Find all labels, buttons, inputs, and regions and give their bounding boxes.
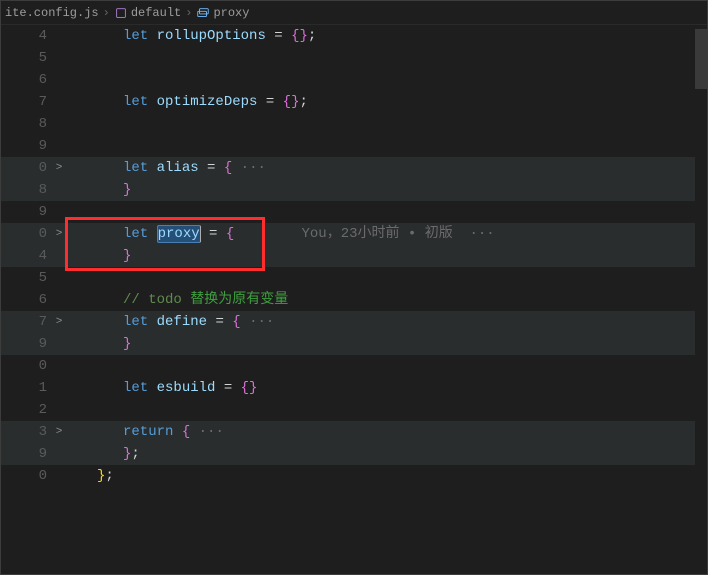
line-content[interactable]: } [67, 245, 707, 267]
code-line[interactable]: 9}; [1, 443, 707, 465]
code-line[interactable]: 5 [1, 47, 707, 69]
code-line[interactable]: 8 [1, 113, 707, 135]
breadcrumb-file[interactable]: ite.config.js [5, 2, 99, 24]
line-content[interactable]: } [67, 179, 707, 201]
code-line[interactable]: 9} [1, 333, 707, 355]
code-line[interactable]: 4 let rollupOptions = {}; [1, 25, 707, 47]
fold-icon[interactable]: > [51, 157, 67, 179]
code-line[interactable]: 0>let alias = { ··· [1, 157, 707, 179]
fold-icon[interactable]: > [51, 421, 67, 443]
breadcrumb-symbol-label: default [131, 2, 181, 24]
line-number: 2 [1, 399, 51, 421]
code-line[interactable]: 7 let optimizeDeps = {}; [1, 91, 707, 113]
line-number: 7 [1, 311, 51, 333]
line-number: 5 [1, 267, 51, 289]
breadcrumb-separator-icon: › [103, 2, 110, 24]
git-blame-annotation: You，23小时前 • 初版 ··· [301, 226, 494, 242]
line-number: 9 [1, 333, 51, 355]
line-content[interactable]: } [67, 333, 707, 355]
code-area[interactable]: 4let rollupOptions = {};567let optimizeD… [1, 25, 707, 574]
fold-icon[interactable]: > [51, 223, 67, 245]
line-number: 9 [1, 135, 51, 157]
breadcrumb[interactable]: ite.config.js › default › proxy [1, 1, 707, 25]
code-line[interactable]: 0}; [1, 465, 707, 487]
line-number: 4 [1, 245, 51, 267]
line-content[interactable]: let alias = { ··· [67, 157, 707, 179]
breadcrumb-symbol[interactable]: proxy [196, 2, 249, 24]
line-number: 0 [1, 465, 51, 487]
code-line[interactable]: 9 [1, 201, 707, 223]
selected-text[interactable]: proxy [157, 225, 201, 243]
line-content[interactable]: let rollupOptions = {}; [67, 25, 707, 47]
code-editor[interactable]: ite.config.js › default › proxy 4 let rol… [0, 0, 708, 575]
code-line[interactable]: 7>let define = { ··· [1, 311, 707, 333]
code-line[interactable]: 8} [1, 179, 707, 201]
code-line[interactable]: 1 let esbuild = {} [1, 377, 707, 399]
code-line[interactable]: 6 // todo 替换为原有变量 [1, 289, 707, 311]
code-line[interactable]: 4} [1, 245, 707, 267]
line-number: 0 [1, 355, 51, 377]
line-number: 6 [1, 289, 51, 311]
code-line[interactable]: 5 [1, 267, 707, 289]
scrollbar-track[interactable] [695, 25, 707, 574]
line-number: 0 [1, 157, 51, 179]
line-number: 7 [1, 91, 51, 113]
line-number: 8 [1, 113, 51, 135]
code-line[interactable]: 6 [1, 69, 707, 91]
line-content[interactable]: }; [67, 465, 707, 487]
fold-icon[interactable]: > [51, 311, 67, 333]
line-number: 3 [1, 421, 51, 443]
line-content[interactable]: return { ··· [67, 421, 707, 443]
code-line[interactable]: 9 [1, 135, 707, 157]
line-content[interactable]: let proxy = { You，23小时前 • 初版 ··· [67, 223, 707, 245]
line-number: 9 [1, 443, 51, 465]
line-number: 8 [1, 179, 51, 201]
line-content[interactable]: let optimizeDeps = {}; [67, 91, 707, 113]
breadcrumb-separator-icon: › [185, 2, 192, 24]
line-number: 0 [1, 223, 51, 245]
variable-icon [196, 6, 210, 20]
scrollbar-thumb[interactable] [695, 29, 707, 89]
line-content[interactable]: // todo 替换为原有变量 [67, 289, 707, 311]
line-content[interactable]: let define = { ··· [67, 311, 707, 333]
code-line[interactable]: 3>return { ··· [1, 421, 707, 443]
line-content[interactable]: }; [67, 443, 707, 465]
line-number: 1 [1, 377, 51, 399]
breadcrumb-symbol[interactable]: default [114, 2, 181, 24]
module-icon [114, 6, 128, 20]
line-content[interactable]: let esbuild = {} [67, 377, 707, 399]
code-line[interactable]: 2 [1, 399, 707, 421]
code-line[interactable]: 0 [1, 355, 707, 377]
line-number: 4 [1, 25, 51, 47]
line-number: 5 [1, 47, 51, 69]
code-line[interactable]: 0>let proxy = { You，23小时前 • 初版 ··· [1, 223, 707, 245]
line-number: 9 [1, 201, 51, 223]
line-number: 6 [1, 69, 51, 91]
breadcrumb-symbol-label: proxy [213, 2, 249, 24]
